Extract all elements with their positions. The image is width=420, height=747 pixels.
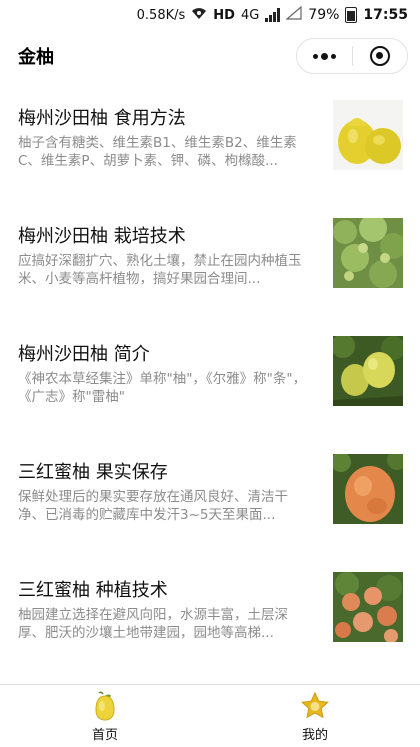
close-mini-program-button[interactable] xyxy=(353,39,408,73)
article-title: 梅州沙田柚 简介 xyxy=(18,344,150,365)
tab-mine[interactable]: 我的 xyxy=(210,685,420,747)
red-pomelo-image xyxy=(333,454,403,524)
more-button[interactable] xyxy=(297,39,352,73)
article-title: 梅州沙田柚 栽培技术 xyxy=(18,226,186,247)
tab-label: 首页 xyxy=(91,728,118,743)
article-summary: 柚子含有糖类、维生素B1、维生素B2、维生素C、维生素P、胡萝卜素、钾、磷、枸橼… xyxy=(18,135,297,169)
network-speed: 0.58K/s xyxy=(136,7,186,23)
clock: 17:55 xyxy=(363,7,408,23)
red-pomelo-tree-image xyxy=(333,572,403,642)
article-item[interactable]: 梅州沙田柚 简介 《神农本草经集注》单称"柚"，《尔雅》称"条"，《广志》称"雷… xyxy=(0,318,420,436)
article-item[interactable]: 三红蜜柚 种植技术 柚园建立选择在避风向阳，水源丰富，土层深厚、肥沃的沙壤土地带… xyxy=(0,554,420,672)
article-item[interactable]: 梅州沙田柚 栽培技术 应搞好深翻扩穴、熟化土壤，禁止在园内种植玉米、小麦等高杆植… xyxy=(0,200,420,318)
wifi-ap-icon xyxy=(191,6,207,24)
pomelo-fruit-image xyxy=(333,100,403,170)
signal-icon xyxy=(265,8,281,22)
status-bar: 0.58K/s HD 4G 79% 17:55 xyxy=(0,0,420,30)
mini-program-capsule xyxy=(296,38,408,74)
battery-icon xyxy=(345,7,358,23)
pomelo-tree-image xyxy=(333,336,403,406)
article-item[interactable]: 三红蜜柚 果实保存 保鲜处理后的果实要存放在通风良好、清洁干净、已消毒的贮藏库中… xyxy=(0,436,420,554)
network-type: 4G xyxy=(240,7,260,23)
exit-target-icon xyxy=(369,46,390,66)
page-title: 金柚 xyxy=(18,47,54,68)
pomelo-orchard-image xyxy=(333,218,403,288)
article-title: 三红蜜柚 种植技术 xyxy=(18,580,168,601)
hd-label: HD xyxy=(213,7,235,23)
pomelo-icon xyxy=(90,691,120,721)
article-item[interactable]: 梅州沙田柚 食用方法 柚子含有糖类、维生素B1、维生素B2、维生素C、维生素P、… xyxy=(0,82,420,200)
star-badge-icon xyxy=(300,691,330,721)
article-summary: 应搞好深翻扩穴、熟化土壤，禁止在园内种植玉米、小麦等高杆植物，搞好果园合理间..… xyxy=(18,253,302,287)
nav-bar: 金柚 xyxy=(0,30,420,82)
article-title: 三红蜜柚 果实保存 xyxy=(18,462,168,483)
no-signal-icon xyxy=(285,5,302,24)
article-title: 梅州沙田柚 食用方法 xyxy=(18,108,186,129)
article-summary: 柚园建立选择在避风向阳，水源丰富，土层深厚、肥沃的沙壤土地带建园，园地等高梯..… xyxy=(18,607,288,641)
article-list: 梅州沙田柚 食用方法 柚子含有糖类、维生素B1、维生素B2、维生素C、维生素P、… xyxy=(0,82,420,672)
tab-home[interactable]: 首页 xyxy=(0,685,210,747)
article-summary: 保鲜处理后的果实要存放在通风良好、清洁干净、已消毒的贮藏库中发汗3~5天至果面.… xyxy=(18,489,288,523)
more-dots-icon xyxy=(312,52,336,60)
article-summary: 《神农本草经集注》单称"柚"，《尔雅》称"条"，《广志》称"雷柚" xyxy=(18,371,307,405)
tab-label: 我的 xyxy=(301,728,328,743)
battery-percent: 79% xyxy=(308,7,340,23)
tab-bar: 首页 我的 xyxy=(0,684,420,747)
